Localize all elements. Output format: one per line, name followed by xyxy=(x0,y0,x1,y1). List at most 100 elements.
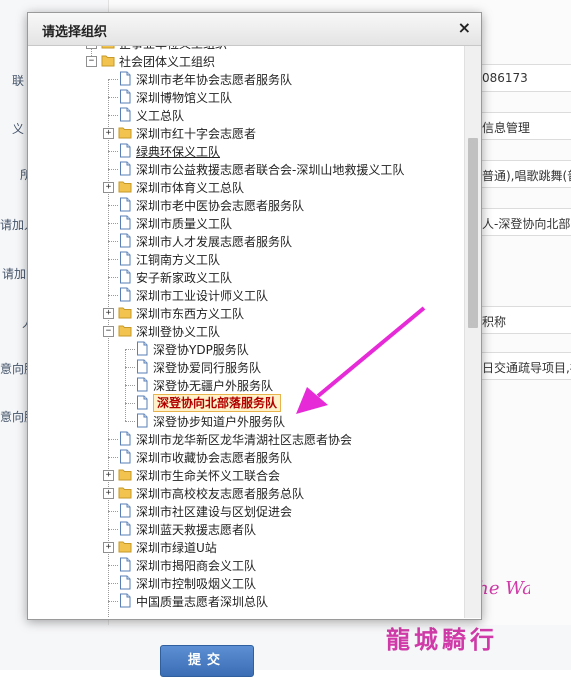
tree-guide-line xyxy=(108,79,109,618)
tree-node-label[interactable]: 江铜南方义工队 xyxy=(136,251,220,268)
tree-node-label[interactable]: 深圳蓝天救援志愿者队 xyxy=(136,521,256,538)
tree-node-label[interactable]: 深圳市揭阳商会义工队 xyxy=(136,557,256,574)
tree-node-label[interactable]: 深圳市红十字会志愿者 xyxy=(136,125,256,142)
dialog-title: 请选择组织 xyxy=(42,25,108,40)
tree-node-label[interactable]: 深登协无疆户外服务队 xyxy=(153,377,273,394)
field-value-join-org: 人-深登协向北部落 xyxy=(482,217,571,231)
tree-branch-line xyxy=(108,259,118,260)
tree-node-label[interactable]: 绿典环保义工队 xyxy=(136,143,220,160)
tree-branch-line xyxy=(108,277,118,278)
tree-branch-line xyxy=(108,205,118,206)
field-value-person: 积称 xyxy=(482,315,507,329)
tree-node-label[interactable]: 安子新家政义工队 xyxy=(136,269,232,286)
document-icon xyxy=(118,107,132,122)
tree-node-label[interactable]: 深圳市工业设计师义工队 xyxy=(136,287,268,304)
tree-node-label[interactable]: 深圳市生命关怀义工联合会 xyxy=(136,467,280,484)
expand-toggle-icon[interactable]: + xyxy=(103,182,114,193)
expand-toggle-icon[interactable]: + xyxy=(103,128,114,139)
tree-branch-line xyxy=(108,583,118,584)
tree-branch-line xyxy=(108,601,118,602)
tree-branch-line xyxy=(108,97,118,98)
document-icon xyxy=(118,287,132,302)
tree-node-label[interactable]: 深登协YDP服务队 xyxy=(153,341,249,358)
tree-branch-line xyxy=(125,349,135,350)
tree-node-label[interactable]: 深圳市老中医协会志愿者服务队 xyxy=(136,197,304,214)
org-tree-viewport: + 企事业单位义工组织 − 社会团体义工组织深圳市老年协会志愿者服务队深圳博物馆义工队… xyxy=(28,46,464,618)
expand-toggle-icon[interactable]: + xyxy=(86,46,97,49)
document-icon xyxy=(135,377,149,392)
tree-branch-line xyxy=(108,151,118,152)
tree-branch-line xyxy=(108,79,118,80)
submit-button[interactable]: 提交 xyxy=(160,645,254,677)
folder-icon xyxy=(118,485,132,500)
tree-node-label[interactable]: 深圳市体育义工总队 xyxy=(136,179,244,196)
tree-node-label[interactable]: 深圳市质量义工队 xyxy=(136,215,232,232)
tree-node-label[interactable]: 深圳市东西方义工队 xyxy=(136,305,244,322)
folder-icon xyxy=(118,323,132,338)
document-icon xyxy=(118,197,132,212)
field-value-belong: 普通),唱歌跳舞(普 xyxy=(482,169,571,183)
close-icon[interactable]: × xyxy=(458,19,471,37)
tree-node-label[interactable]: 社会团体义工组织 xyxy=(119,53,215,70)
tree-node-label[interactable]: 深登协步知道户外服务队 xyxy=(153,413,285,430)
tree-node-label[interactable]: 深圳市收藏协会志愿者服务队 xyxy=(136,449,292,466)
tree-node-label[interactable]: 深圳登协义工队 xyxy=(136,323,220,340)
document-icon xyxy=(118,251,132,266)
tree-branch-line xyxy=(108,457,118,458)
document-icon xyxy=(118,161,132,176)
tree-node-label[interactable]: 深圳市老年协会志愿者服务队 xyxy=(136,71,292,88)
tree-branch-line xyxy=(125,367,135,368)
tree-node-label[interactable]: 企事业单位义工组织 xyxy=(119,46,227,52)
expand-toggle-icon[interactable]: + xyxy=(103,470,114,481)
tree-node-label[interactable]: 深圳市控制吸烟义工队 xyxy=(136,575,256,592)
organization-picker-dialog: 请选择组织 × + 企事业单位义工组织 − 社会团体义工组织深圳市老年协会志愿者服务队… xyxy=(27,12,482,620)
document-icon xyxy=(118,503,132,518)
collapse-toggle-icon[interactable]: − xyxy=(103,326,114,337)
expand-toggle-icon[interactable]: + xyxy=(103,308,114,319)
tree-node-label[interactable]: 深圳市绿道U站 xyxy=(136,539,217,556)
document-icon xyxy=(118,233,132,248)
tree-node-label[interactable]: 深登协向北部落服务队 xyxy=(153,394,282,412)
expand-toggle-icon[interactable]: + xyxy=(103,488,114,499)
tree-node-label[interactable]: 深圳市龙华新区龙华清湖社区志愿者协会 xyxy=(136,431,352,448)
document-icon xyxy=(118,215,132,230)
tree-node-label[interactable]: 深圳市人才发展志愿者服务队 xyxy=(136,233,292,250)
tree-branch-line xyxy=(108,295,118,296)
document-icon xyxy=(118,521,132,536)
tree-branch-line xyxy=(125,421,135,422)
document-icon xyxy=(118,71,132,86)
vertical-scrollbar[interactable] xyxy=(464,46,481,618)
document-icon xyxy=(118,575,132,590)
document-icon xyxy=(118,449,132,464)
folder-icon xyxy=(101,53,115,68)
tree-branch-line xyxy=(108,565,118,566)
dialog-header[interactable]: 请选择组织 × xyxy=(28,13,481,46)
document-icon xyxy=(118,143,132,158)
tree-node-label[interactable]: 中国质量志愿者深圳总队 xyxy=(136,593,268,610)
collapse-toggle-icon[interactable]: − xyxy=(86,56,97,67)
folder-icon xyxy=(118,467,132,482)
scrollbar-thumb[interactable] xyxy=(468,138,478,328)
tree-node-label[interactable]: 深登协爱同行服务队 xyxy=(153,359,261,376)
field-value-intent: 日交通疏导项目,福 xyxy=(482,361,571,375)
document-icon xyxy=(135,341,149,356)
folder-icon xyxy=(101,46,115,50)
tree-node-label[interactable]: 深圳市公益救援志愿者联合会-深圳山地救援义工队 xyxy=(136,161,404,178)
document-icon xyxy=(118,269,132,284)
tree-branch-line xyxy=(108,169,118,170)
tree-branch-line xyxy=(108,511,118,512)
tree-branch-line xyxy=(108,223,118,224)
document-icon xyxy=(118,89,132,104)
folder-icon xyxy=(118,305,132,320)
document-icon xyxy=(118,431,132,446)
folder-icon xyxy=(118,179,132,194)
tree-node-label[interactable]: 深圳市高校校友志愿者服务总队 xyxy=(136,485,304,502)
tree-branch-line xyxy=(125,385,135,386)
tree-node-label[interactable]: 深圳博物馆义工队 xyxy=(136,89,232,106)
tree-node-label[interactable]: 义工总队 xyxy=(136,107,184,124)
document-icon xyxy=(118,593,132,608)
tree-node-label[interactable]: 深圳市社区建设与区划促进会 xyxy=(136,503,292,520)
field-label-contact: 联 xyxy=(12,74,25,88)
expand-toggle-icon[interactable]: + xyxy=(103,542,114,553)
tree-branch-line xyxy=(108,115,118,116)
